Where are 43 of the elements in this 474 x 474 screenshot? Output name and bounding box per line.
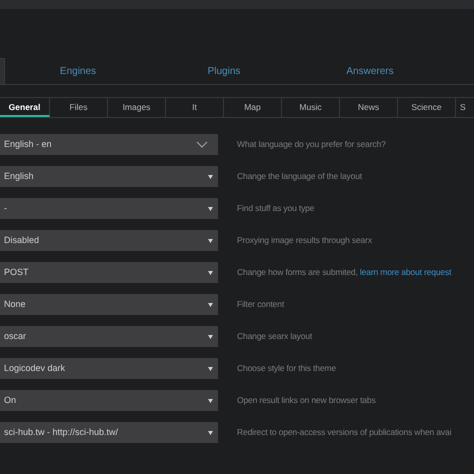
- category-tab[interactable]: Music: [282, 98, 340, 117]
- caret-icon: [208, 238, 213, 242]
- caret-icon: [208, 270, 213, 274]
- caret-icon: [208, 430, 213, 434]
- setting-description: What language do you prefer for search?: [237, 138, 386, 151]
- category-tab[interactable]: Science: [398, 98, 456, 117]
- category-tab[interactable]: Files: [50, 98, 108, 117]
- setting-description: Change the language of the layout: [237, 170, 362, 183]
- dropdown[interactable]: sci-hub.tw - http://sci-hub.tw/: [0, 422, 218, 443]
- caret-icon: [208, 302, 213, 306]
- tab[interactable]: Plugins: [151, 58, 297, 84]
- tab[interactable]: Engines: [5, 58, 151, 84]
- setting-description: Open result links on new browser tabs: [237, 394, 376, 407]
- setting-description: Redirect to open-access versions of publications when avai: [237, 426, 452, 439]
- tab[interactable]: Answerers: [297, 58, 443, 84]
- setting-description: Change searx layout: [237, 330, 312, 343]
- caret-icon: [208, 366, 213, 370]
- category-tab[interactable]: Images: [108, 98, 166, 117]
- category-tab[interactable]: S: [456, 98, 474, 117]
- setting-description: Change how forms are submited, learn more about request: [237, 266, 452, 279]
- setting-description: Proxying image results through searx: [237, 234, 372, 247]
- dropdown[interactable]: oscar: [0, 326, 218, 347]
- category-tab[interactable]: Map: [224, 98, 282, 117]
- dropdown[interactable]: -: [0, 198, 218, 219]
- dropdown[interactable]: English: [0, 166, 218, 187]
- dropdown[interactable]: English - en: [0, 134, 218, 155]
- category-tab[interactable]: It: [166, 98, 224, 117]
- dropdown[interactable]: POST: [0, 262, 218, 283]
- setting-description: Filter content: [237, 298, 284, 311]
- dropdown[interactable]: Disabled: [0, 230, 218, 251]
- link[interactable]: learn more about request: [360, 267, 452, 278]
- dropdown[interactable]: None: [0, 294, 218, 315]
- dropdown[interactable]: On: [0, 390, 218, 411]
- caret-icon: [208, 398, 213, 402]
- caret-icon: [208, 174, 213, 178]
- setting-description: Choose style for this theme: [237, 362, 336, 375]
- dropdown[interactable]: Logicodev dark: [0, 358, 218, 379]
- category-tab[interactable]: News: [340, 98, 398, 117]
- caret-icon: [208, 206, 213, 210]
- caret-icon: [208, 334, 213, 338]
- chevron-down-icon: [196, 141, 208, 148]
- setting-description: Find stuff as you type: [237, 202, 314, 215]
- category-tab[interactable]: General: [0, 98, 50, 117]
